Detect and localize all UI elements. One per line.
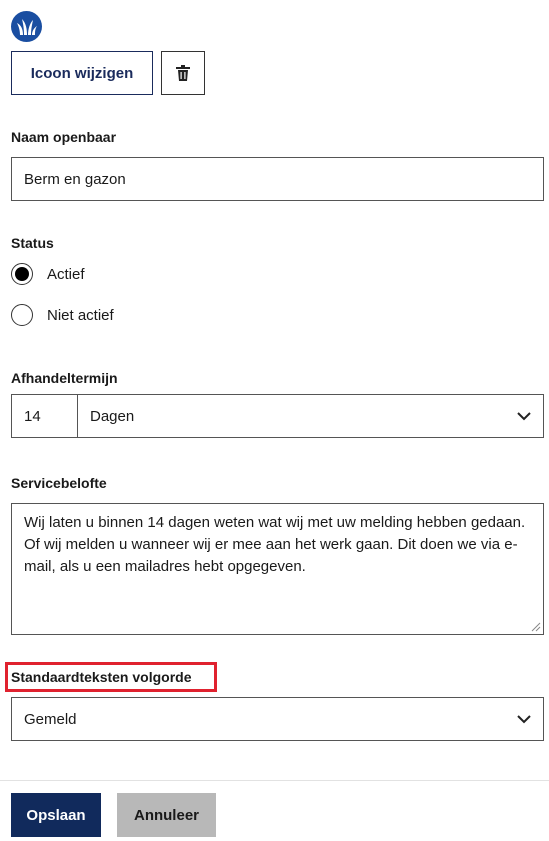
status-label: Status xyxy=(11,235,54,251)
grass-icon xyxy=(16,18,37,35)
standard-texts-order-label: Standaardteksten volgorde xyxy=(11,669,192,685)
save-button[interactable]: Opslaan xyxy=(11,793,101,837)
handling-term-unit-value: Dagen xyxy=(90,407,135,425)
trash-icon xyxy=(176,65,190,81)
category-logo xyxy=(11,11,42,42)
radio-button-unchecked[interactable] xyxy=(11,304,33,326)
status-option-inactive[interactable]: Niet actief xyxy=(11,304,114,326)
public-name-input[interactable]: Berm en gazon xyxy=(11,157,544,201)
resize-handle-icon[interactable] xyxy=(531,622,541,632)
footer-divider xyxy=(0,780,549,781)
delete-icon-button[interactable] xyxy=(161,51,205,95)
chevron-down-icon xyxy=(517,714,531,723)
change-icon-button[interactable]: Icoon wijzigen xyxy=(11,51,153,95)
service-promise-label: Servicebelofte xyxy=(11,475,107,491)
service-promise-textarea[interactable]: Wij laten u binnen 14 dagen weten wat wi… xyxy=(11,503,544,635)
cancel-button[interactable]: Annuleer xyxy=(117,793,216,837)
service-promise-text: Wij laten u binnen 14 dagen weten wat wi… xyxy=(24,514,526,575)
status-option-label: Niet actief xyxy=(47,306,114,324)
public-name-label: Naam openbaar xyxy=(11,129,117,145)
chevron-down-icon xyxy=(517,411,531,420)
status-option-label: Actief xyxy=(47,265,85,283)
handling-term-amount-input[interactable]: 14 xyxy=(11,394,78,438)
handling-term-label: Afhandeltermijn xyxy=(11,370,118,386)
standard-texts-order-value: Gemeld xyxy=(24,710,77,728)
radio-button-checked[interactable] xyxy=(11,263,33,285)
handling-term-unit-select[interactable]: Dagen xyxy=(77,394,544,438)
standard-texts-order-select[interactable]: Gemeld xyxy=(11,697,544,741)
status-option-active[interactable]: Actief xyxy=(11,263,85,285)
